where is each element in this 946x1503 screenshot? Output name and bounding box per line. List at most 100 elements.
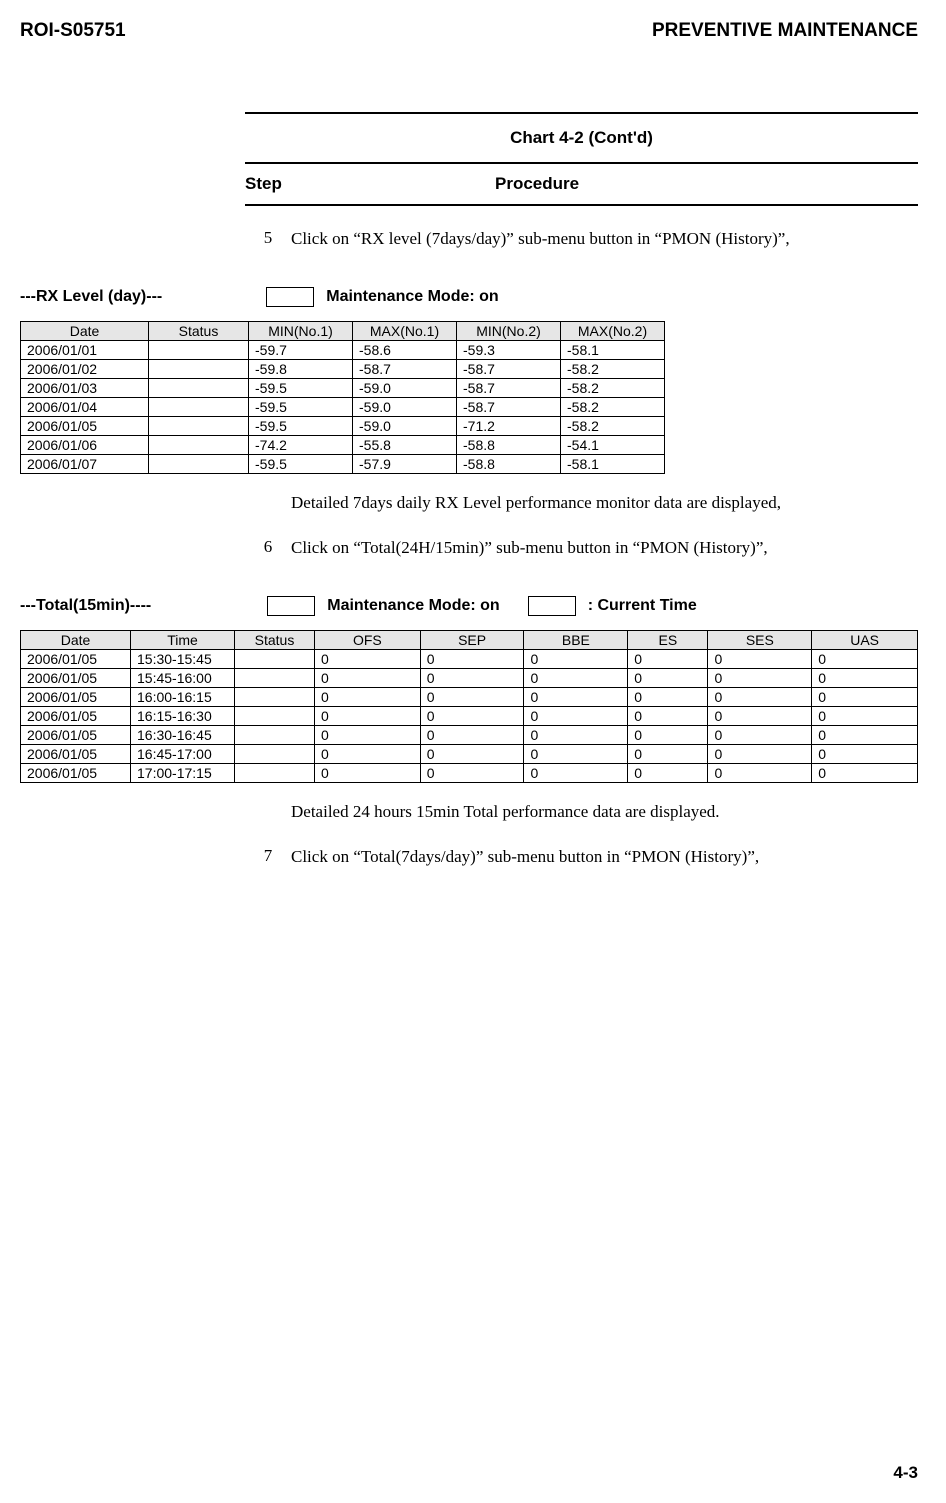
table-cell: -58.2 (561, 378, 665, 397)
table-cell: -59.3 (457, 340, 561, 359)
chart-title: Chart 4-2 (Cont'd) (245, 128, 918, 148)
after-table2: Detailed 24 hours 15min Total performanc… (245, 801, 918, 869)
table-header-cell: ES (628, 630, 708, 649)
status-box-icon (267, 596, 315, 616)
table-cell: 0 (524, 763, 628, 782)
total-15min-table: DateTimeStatusOFSSEPBBEESSESUAS 2006/01/… (20, 630, 918, 783)
table-cell: 0 (708, 744, 812, 763)
table-cell: 2006/01/05 (21, 706, 131, 725)
table-cell: -59.0 (353, 378, 457, 397)
table-cell: -59.0 (353, 397, 457, 416)
table-cell: 0 (524, 687, 628, 706)
table-header-cell: SES (708, 630, 812, 649)
rx-level-section-header: ---RX Level (day)--- Maintenance Mode: o… (20, 287, 918, 307)
table-cell: 2006/01/03 (21, 378, 149, 397)
table-cell: 0 (524, 725, 628, 744)
maintenance-mode-label: Maintenance Mode: on (326, 288, 498, 306)
table-cell: -58.1 (561, 454, 665, 473)
table-cell: 0 (315, 668, 421, 687)
table-cell (235, 763, 315, 782)
step-label: Step (245, 174, 495, 194)
table-row: 2006/01/04-59.5-59.0-58.7-58.2 (21, 397, 665, 416)
table-cell (149, 340, 249, 359)
table-cell: -58.8 (457, 454, 561, 473)
table-cell: 2006/01/05 (21, 668, 131, 687)
table-cell: -58.7 (457, 359, 561, 378)
table-cell: 16:45-17:00 (131, 744, 235, 763)
table-cell: 0 (628, 725, 708, 744)
table-row: 2006/01/02-59.8-58.7-58.7-58.2 (21, 359, 665, 378)
table-cell: 0 (628, 687, 708, 706)
table-row: 2006/01/0516:00-16:15000000 (21, 687, 918, 706)
table-cell: -58.1 (561, 340, 665, 359)
table-cell: 0 (420, 668, 524, 687)
table-cell (235, 649, 315, 668)
maintenance-mode-label-2: Maintenance Mode: on (327, 597, 499, 615)
para-rx-detail: Detailed 7days daily RX Level performanc… (291, 492, 918, 515)
table-cell: 2006/01/01 (21, 340, 149, 359)
table-header-cell: MAX(No.2) (561, 321, 665, 340)
table-cell (235, 668, 315, 687)
table-header-cell: OFS (315, 630, 421, 649)
step-number: 7 (245, 846, 291, 869)
total-15min-section-header: ---Total(15min)---- Maintenance Mode: on… (20, 596, 918, 616)
table-header-cell: UAS (812, 630, 918, 649)
doc-id: ROI-S05751 (20, 20, 126, 42)
table-row: 2006/01/0516:30-16:45000000 (21, 725, 918, 744)
table-cell: 0 (812, 744, 918, 763)
table-cell: 0 (315, 687, 421, 706)
table-cell: 0 (708, 687, 812, 706)
current-time-box-icon (528, 596, 576, 616)
table-cell: -71.2 (457, 416, 561, 435)
table-cell: 0 (315, 744, 421, 763)
table-header-cell: MAX(No.1) (353, 321, 457, 340)
table-header-cell: MIN(No.1) (249, 321, 353, 340)
table-row: 2006/01/0516:15-16:30000000 (21, 706, 918, 725)
step-text: Click on “RX level (7days/day)” sub-menu… (291, 228, 918, 251)
table-header-cell: Status (149, 321, 249, 340)
table-cell: 16:30-16:45 (131, 725, 235, 744)
table-cell: -58.6 (353, 340, 457, 359)
table-cell: -58.7 (457, 378, 561, 397)
table-header-cell: Date (21, 321, 149, 340)
table-cell: 16:00-16:15 (131, 687, 235, 706)
table-cell: 16:15-16:30 (131, 706, 235, 725)
table-cell (235, 687, 315, 706)
table-cell: 0 (812, 725, 918, 744)
step-procedure-header: Step Procedure (245, 174, 918, 194)
rule-mid2 (245, 204, 918, 206)
table-row: 2006/01/0517:00-17:15000000 (21, 763, 918, 782)
table-row: 2006/01/05-59.5-59.0-71.2-58.2 (21, 416, 665, 435)
table-cell: -74.2 (249, 435, 353, 454)
table-cell: 0 (315, 763, 421, 782)
table-cell: -58.7 (457, 397, 561, 416)
table-cell: -57.9 (353, 454, 457, 473)
rx-level-label: ---RX Level (day)--- (20, 288, 162, 306)
status-box-icon (266, 287, 314, 307)
table-header-cell: Date (21, 630, 131, 649)
table-cell (235, 706, 315, 725)
table-cell: -54.1 (561, 435, 665, 454)
table-cell: -59.7 (249, 340, 353, 359)
table-cell (149, 416, 249, 435)
table-cell (149, 378, 249, 397)
table-row: 2006/01/0515:30-15:45000000 (21, 649, 918, 668)
table-cell: 0 (628, 744, 708, 763)
table-cell (149, 435, 249, 454)
table-cell: 0 (708, 725, 812, 744)
table-cell: -59.5 (249, 416, 353, 435)
step-text: Click on “Total(7days/day)” sub-menu but… (291, 846, 918, 869)
table-cell: -59.5 (249, 378, 353, 397)
table-cell: 0 (420, 706, 524, 725)
table-cell: 0 (812, 668, 918, 687)
table-cell: 0 (315, 649, 421, 668)
table-cell: 0 (420, 763, 524, 782)
step-row-6: 6 Click on “Total(24H/15min)” sub-menu b… (245, 537, 918, 560)
table-cell (149, 359, 249, 378)
table-cell (235, 725, 315, 744)
step-text: Click on “Total(24H/15min)” sub-menu but… (291, 537, 918, 560)
table-header-cell: MIN(No.2) (457, 321, 561, 340)
table-cell: 2006/01/05 (21, 744, 131, 763)
table-header-cell: BBE (524, 630, 628, 649)
step-row-5: 5 Click on “RX level (7days/day)” sub-me… (245, 228, 918, 251)
